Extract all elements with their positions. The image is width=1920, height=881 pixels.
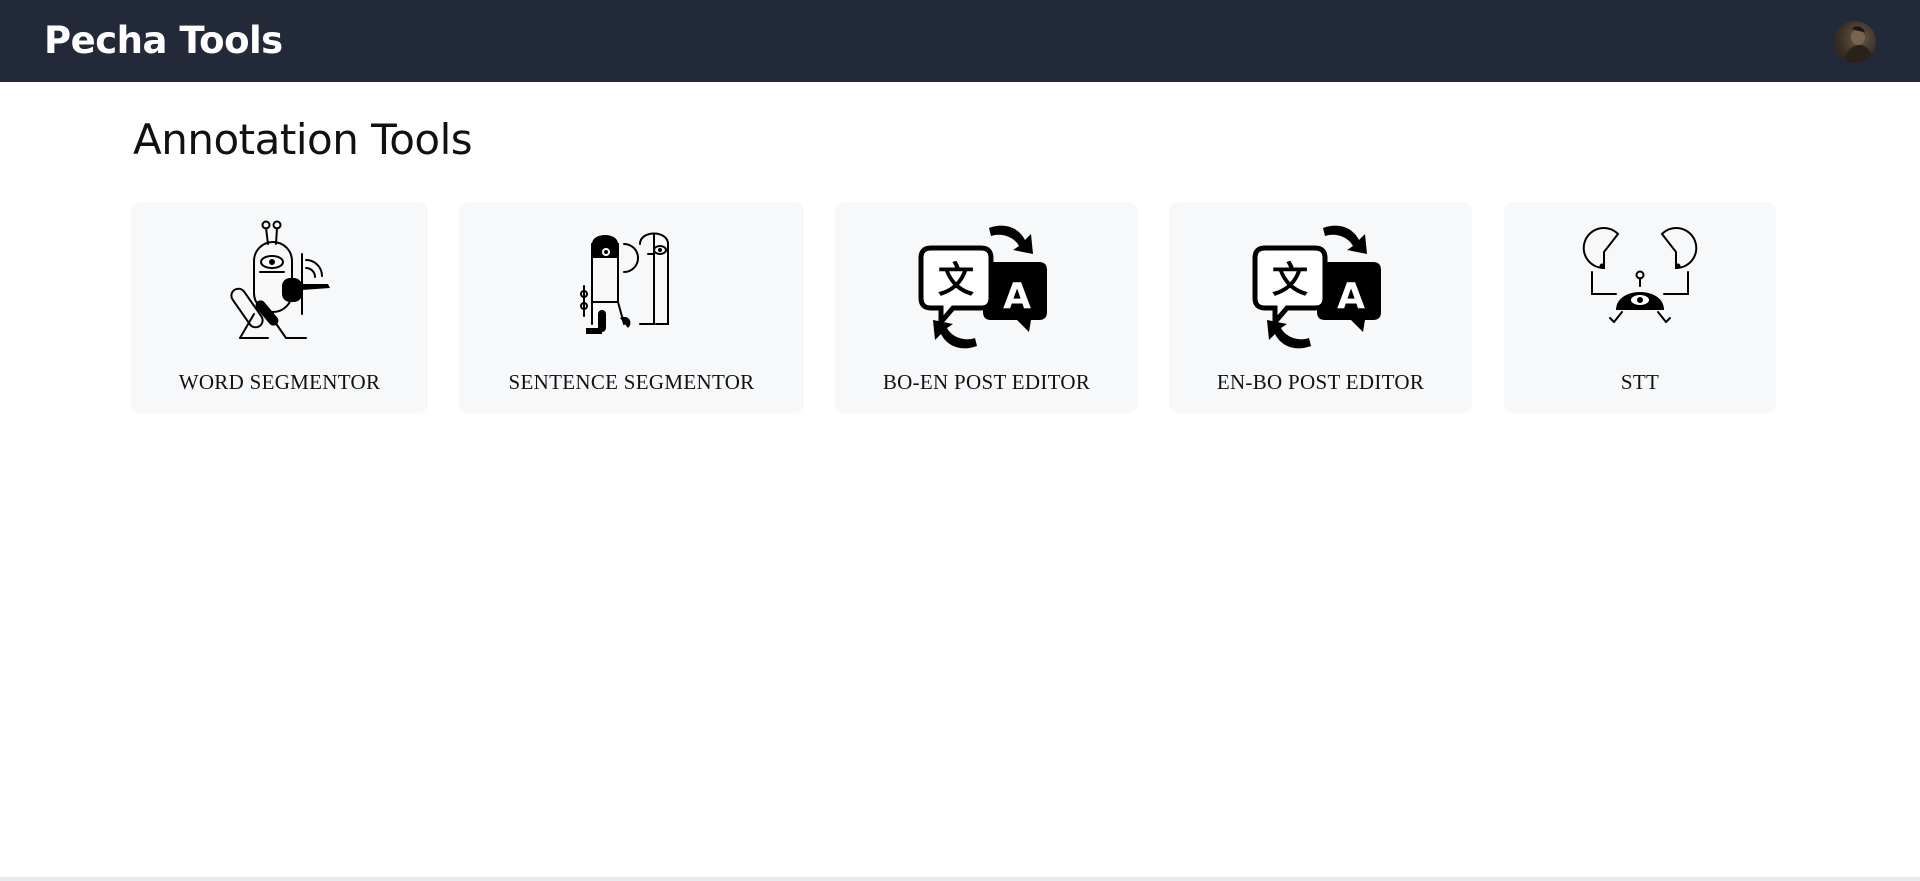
svg-text:文: 文 [937,260,973,301]
tool-card-word-segmentor[interactable]: WORD SEGMENTOR [131,202,428,413]
stt-illustration [1582,227,1698,323]
tool-card-en-bo-post-editor[interactable]: 文 A EN-BO POST EDITOR [1169,202,1472,413]
user-avatar[interactable] [1834,21,1876,63]
translate-icon: 文 A [918,225,1047,349]
tool-card-stt[interactable]: STT [1504,202,1776,413]
translate-icon: 文 A [1252,225,1381,349]
tool-card-bo-en-post-editor[interactable]: 文 A BO-EN POST EDITOR [835,202,1138,413]
tool-card-label: SENTENCE SEGMENTOR [508,370,755,394]
window-bottom-edge [0,877,1920,881]
svg-text:A: A [1003,276,1031,317]
tool-card-label: EN-BO POST EDITOR [1216,370,1425,394]
word-segmentor-illustration [229,220,330,339]
tool-card-label: WORD SEGMENTOR [178,370,381,394]
tool-card-sentence-segmentor[interactable]: SENTENCE SEGMENTOR [459,202,804,413]
brand-logo-text[interactable]: Pecha Tools [44,22,283,59]
tool-card-label: BO-EN POST EDITOR [882,370,1091,394]
avatar-image [1844,26,1874,63]
top-navbar: Pecha Tools [0,0,1920,82]
tool-card-label: STT [1620,370,1660,394]
page-title: Annotation Tools [133,115,473,164]
svg-text:文: 文 [1271,260,1307,301]
sentence-segmentor-illustration [579,232,669,334]
svg-text:A: A [1337,276,1365,317]
